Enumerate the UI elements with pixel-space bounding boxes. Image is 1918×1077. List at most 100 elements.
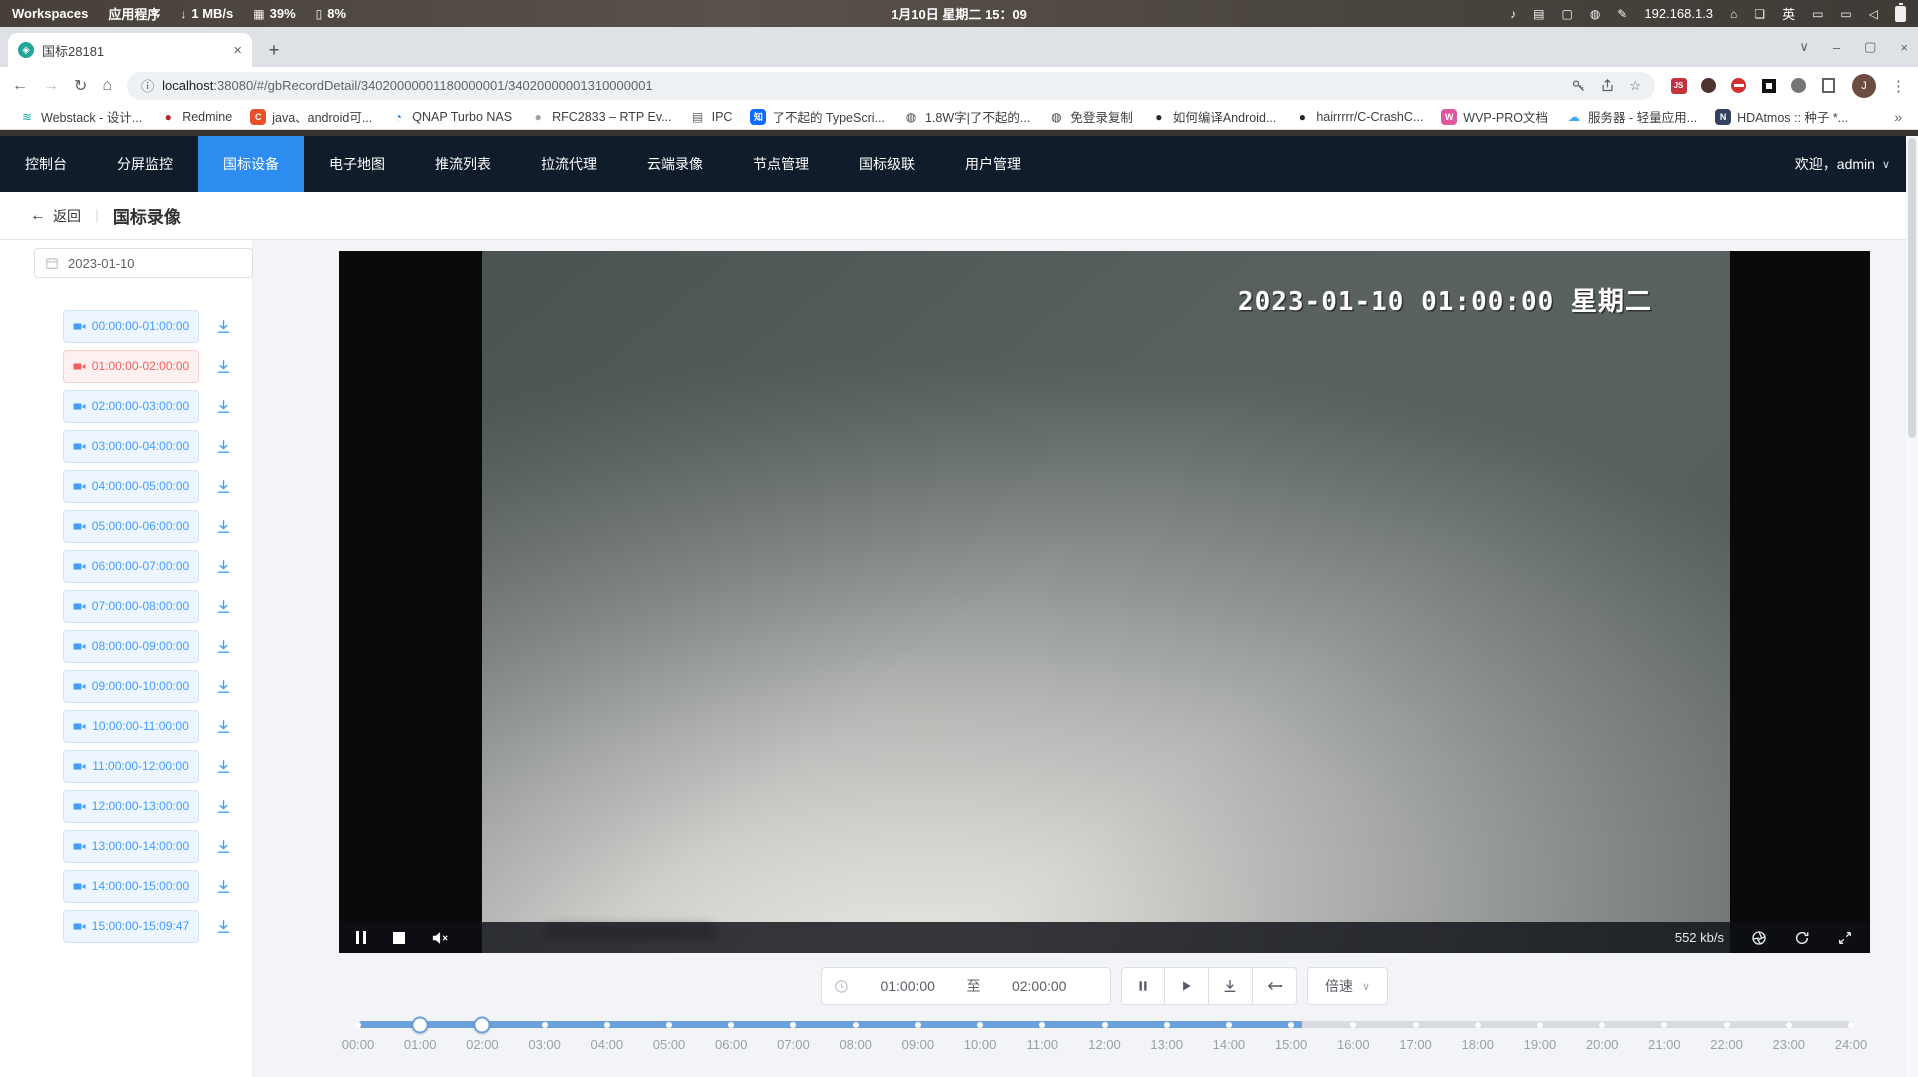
share-icon[interactable] (1600, 78, 1615, 93)
segment-download-button[interactable] (215, 398, 232, 415)
snapshot-icon[interactable] (1751, 930, 1767, 946)
bookmark-item[interactable]: ●hairrrrr/C-CrashC... (1285, 107, 1432, 127)
segment-button[interactable]: 14:00:00-15:00:00 (63, 870, 199, 903)
segment-button[interactable]: 12:00:00-13:00:00 (63, 790, 199, 823)
date-picker[interactable]: 2023-01-10 (34, 248, 253, 278)
timeline-handle[interactable] (474, 1016, 491, 1033)
timeline-track[interactable] (358, 1021, 1851, 1028)
segment-download-button[interactable] (215, 918, 232, 935)
nav-item-gb-device[interactable]: 国标设备 (198, 136, 304, 192)
js-extension-icon[interactable]: JS (1670, 77, 1687, 94)
segment-button[interactable]: 08:00:00-09:00:00 (63, 630, 199, 663)
bookmark-item[interactable]: WWVP-PRO文档 (1432, 105, 1557, 128)
segment-download-button[interactable] (215, 638, 232, 655)
browser-menu-icon[interactable]: ⋮ (1891, 77, 1906, 95)
user-menu[interactable]: 欢迎，admin ∨ (1795, 154, 1890, 174)
segment-button[interactable]: 07:00:00-08:00:00 (63, 590, 199, 623)
timeline-handle[interactable] (412, 1016, 429, 1033)
forward-icon[interactable]: → (43, 77, 59, 95)
segment-download-button[interactable] (215, 598, 232, 615)
nav-item-cloud-record[interactable]: 云端录像 (622, 136, 728, 192)
system-tray[interactable]: ♪ ▤ ▢ ◍ ✎ 192.168.1.3 ⌂ ❏ 英 ▭ ▭ ◁ (1510, 4, 1906, 23)
bookmark-item[interactable]: Cjava、android可... (241, 105, 381, 128)
segment-button[interactable]: 06:00:00-07:00:00 (63, 550, 199, 583)
segment-download-button[interactable] (215, 678, 232, 695)
new-tab-button[interactable]: + (260, 36, 288, 64)
nav-item-node-manage[interactable]: 节点管理 (728, 136, 834, 192)
window-close-icon[interactable]: × (1900, 40, 1908, 55)
back-icon[interactable]: ← (12, 77, 28, 95)
bookmark-item[interactable]: ◔QNAP Turbo NAS (381, 107, 521, 127)
passkey-icon[interactable] (1571, 78, 1586, 93)
segment-button[interactable]: 04:00:00-05:00:00 (63, 470, 199, 503)
applications-button[interactable]: 应用程序 (108, 4, 160, 23)
bookmark-item[interactable]: ◍免登录复制 (1039, 105, 1142, 128)
segment-download-button[interactable] (215, 838, 232, 855)
speed-dropdown[interactable]: 倍速 ∨ (1307, 967, 1388, 1005)
pin-extension-icon[interactable] (1790, 77, 1807, 94)
segment-download-button[interactable] (215, 758, 232, 775)
start-time-input[interactable]: 01:00:00 (849, 978, 967, 994)
volume-muted-icon[interactable] (432, 931, 449, 945)
play-button[interactable] (1165, 967, 1209, 1005)
segment-download-button[interactable] (215, 558, 232, 575)
segment-download-button[interactable] (215, 478, 232, 495)
bookmark-item[interactable]: ●RFC2833 – RTP Ev... (521, 107, 681, 127)
segment-button[interactable]: 15:00:00-15:09:47 (63, 910, 199, 943)
browser-tab[interactable]: ◈ 国标28181 × (8, 33, 252, 67)
end-time-input[interactable]: 02:00:00 (980, 978, 1098, 994)
reload-icon[interactable]: ↻ (74, 76, 87, 96)
segment-button[interactable]: 05:00:00-06:00:00 (63, 510, 199, 543)
tab-close-icon[interactable]: × (233, 42, 242, 59)
segment-download-button[interactable] (215, 518, 232, 535)
window-maximize-icon[interactable]: ▢ (1864, 39, 1876, 55)
tab-search-icon[interactable]: ∨ (1799, 39, 1809, 55)
bookmark-item[interactable]: ≋Webstack - 设计... (10, 105, 151, 128)
bookmark-item[interactable]: 知了不起的 TypeScri... (741, 105, 894, 128)
nav-item-push-list[interactable]: 推流列表 (410, 136, 516, 192)
bookmark-item[interactable]: ◍1.8W字|了不起的... (894, 105, 1039, 128)
workspaces-button[interactable]: Workspaces (12, 6, 88, 21)
player-stop-icon[interactable] (393, 932, 405, 944)
bookmark-item[interactable]: NHDAtmos :: 种子 *... (1706, 105, 1857, 128)
segment-button[interactable]: 02:00:00-03:00:00 (63, 390, 199, 423)
segment-button[interactable]: 13:00:00-14:00:00 (63, 830, 199, 863)
bookmark-item[interactable]: ☁服务器 - 轻量应用... (1557, 105, 1706, 128)
address-bar[interactable]: ⓘ localhost:38080/#/gbRecordDetail/34020… (127, 72, 1655, 100)
nav-item-gb-cascade[interactable]: 国标级联 (834, 136, 940, 192)
bookmarks-overflow-icon[interactable]: » (1888, 109, 1908, 125)
fullscreen-icon[interactable] (1837, 930, 1853, 946)
bookmark-star-icon[interactable]: ☆ (1629, 78, 1641, 94)
home-button-icon[interactable]: ⌂ (102, 77, 112, 95)
window-minimize-icon[interactable]: – (1833, 40, 1840, 55)
pause-button[interactable] (1121, 967, 1165, 1005)
segment-button[interactable]: 00:00:00-01:00:00 (63, 310, 199, 343)
bookmark-item[interactable]: ▤IPC (681, 107, 742, 127)
nav-item-pull-proxy[interactable]: 拉流代理 (516, 136, 622, 192)
back-button[interactable]: ← 返回 (30, 206, 81, 226)
frame-extension-icon[interactable] (1820, 77, 1837, 94)
segment-button[interactable]: 09:00:00-10:00:00 (63, 670, 199, 703)
nav-item-console[interactable]: 控制台 (0, 136, 92, 192)
box-extension-icon[interactable] (1760, 77, 1777, 94)
nav-item-user-manage[interactable]: 用户管理 (940, 136, 1046, 192)
site-info-icon[interactable]: ⓘ (141, 76, 154, 95)
segment-button[interactable]: 01:00:00-02:00:00 (63, 350, 199, 383)
cup-extension-icon[interactable] (1700, 77, 1717, 94)
clock[interactable]: 1月10日 星期二 15：09 (891, 4, 1027, 23)
nav-item-split-screen[interactable]: 分屏监控 (92, 136, 198, 192)
segment-download-button[interactable] (215, 878, 232, 895)
profile-avatar[interactable]: J (1852, 74, 1876, 98)
segment-button[interactable]: 03:00:00-04:00:00 (63, 430, 199, 463)
segment-download-button[interactable] (215, 438, 232, 455)
segment-download-button[interactable] (215, 718, 232, 735)
refresh-icon[interactable] (1794, 930, 1810, 946)
segment-download-button[interactable] (215, 318, 232, 335)
player-pause-icon[interactable] (356, 931, 366, 944)
bookmark-item[interactable]: ●Redmine (151, 107, 241, 127)
segment-button[interactable]: 11:00:00-12:00:00 (63, 750, 199, 783)
page-scrollbar[interactable] (1906, 136, 1918, 1077)
download-button[interactable] (1209, 967, 1253, 1005)
scrollbar-thumb[interactable] (1908, 138, 1916, 438)
ime-indicator[interactable]: 英 (1782, 4, 1795, 23)
